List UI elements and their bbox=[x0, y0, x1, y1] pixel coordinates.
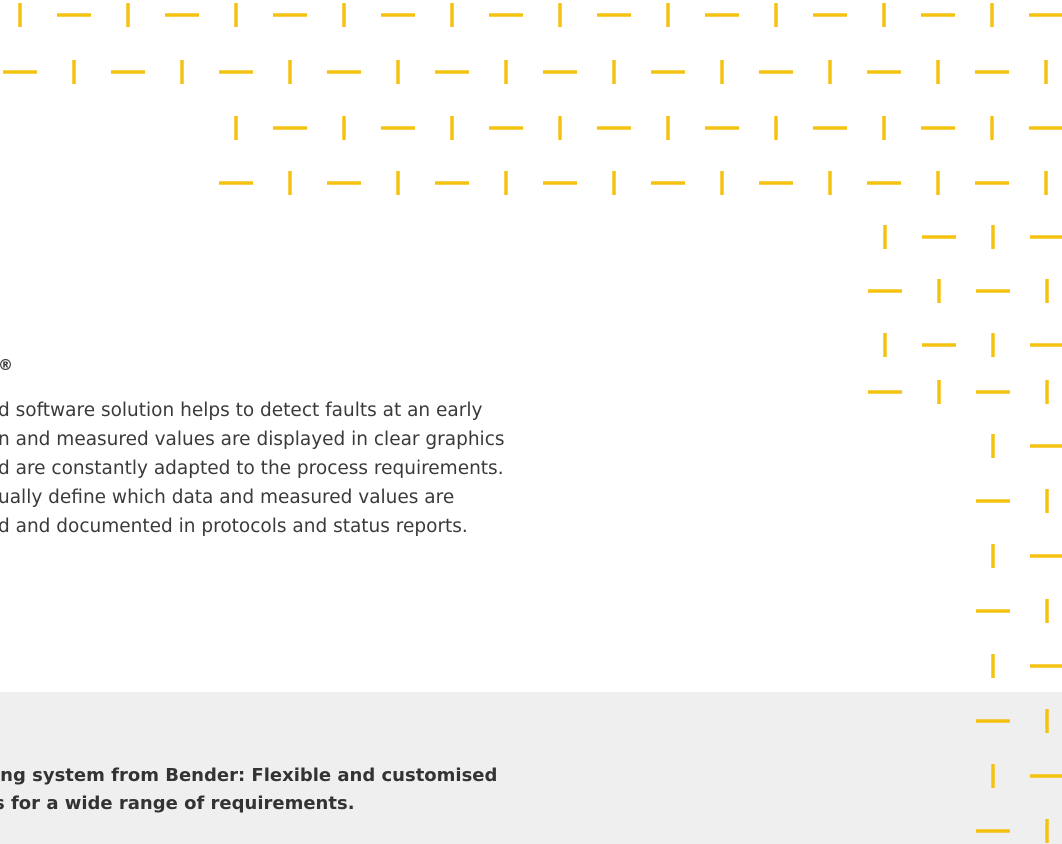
description-paragraph: d software solution helps to detect faul… bbox=[0, 396, 678, 541]
caption-line: ing system from Bender: Flexible and cus… bbox=[0, 765, 498, 786]
paragraph-line: ually define which data and measured val… bbox=[0, 487, 455, 508]
caption-line: s for a wide range of requirements. bbox=[0, 793, 355, 814]
paragraph-line: d are constantly adapted to the process … bbox=[0, 458, 504, 479]
paragraph-line: n and measured values are displayed in c… bbox=[0, 429, 505, 450]
paragraph-line: d and documented in protocols and status… bbox=[0, 516, 468, 537]
image-caption: ing system from Bender: Flexible and cus… bbox=[0, 762, 714, 818]
registered-trademark-mark: ® bbox=[0, 356, 13, 374]
paragraph-line: d software solution helps to detect faul… bbox=[0, 400, 483, 421]
